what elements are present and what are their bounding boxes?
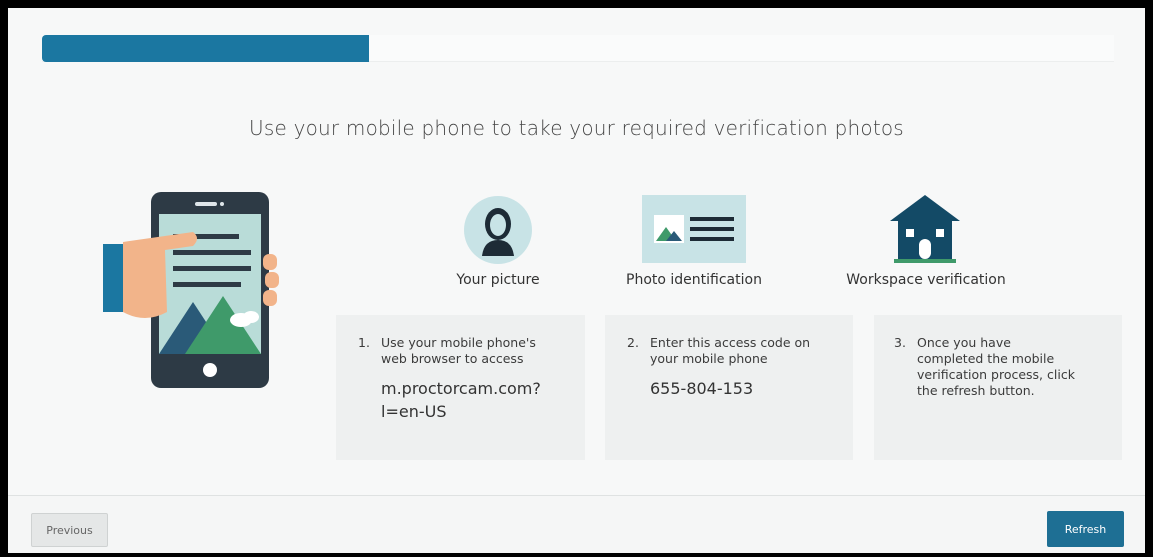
access-code: 655-804-153 — [650, 379, 754, 398]
step-label-your-picture: Your picture — [456, 272, 540, 288]
card-text-line: web browser to access — [381, 351, 524, 366]
previous-button[interactable]: Previous — [31, 513, 108, 547]
card-number: 2. — [627, 335, 639, 350]
card-number: 1. — [358, 335, 370, 350]
footer-bar: Previous Refresh — [8, 495, 1145, 553]
instruction-card-1: 1. Use your mobile phone's web browser t… — [336, 315, 585, 460]
step-label-workspace-verification: Workspace verification — [846, 272, 1006, 288]
page-title: Use your mobile phone to take your requi… — [249, 116, 904, 140]
card-text-line: Use your mobile phone's — [381, 335, 536, 350]
card-text-line: Once you have — [917, 335, 1011, 350]
step-label-photo-identification: Photo identification — [626, 272, 762, 288]
card-text-line: Enter this access code on — [650, 335, 811, 350]
card-text-line: completed the mobile — [917, 351, 1055, 366]
card-text-line: verification process, click — [917, 367, 1075, 382]
app-frame: Use your mobile phone to take your requi… — [0, 0, 1153, 557]
person-icon — [464, 196, 532, 264]
instruction-card-3: 3. Once you have completed the mobile ve… — [874, 315, 1122, 460]
card-text-line: the refresh button. — [917, 383, 1035, 398]
instruction-card-2: 2. Enter this access code on your mobile… — [605, 315, 853, 460]
progress-bar-fill — [42, 35, 369, 62]
id-card-icon — [642, 195, 746, 263]
access-url: l=en-US — [381, 402, 447, 421]
phone-in-hand-icon — [103, 192, 279, 388]
house-icon — [890, 195, 960, 263]
progress-bar — [42, 35, 1114, 62]
refresh-button[interactable]: Refresh — [1047, 511, 1124, 547]
access-url: m.proctorcam.com? — [381, 379, 541, 398]
card-number: 3. — [894, 335, 906, 350]
card-text-line: your mobile phone — [650, 351, 768, 366]
